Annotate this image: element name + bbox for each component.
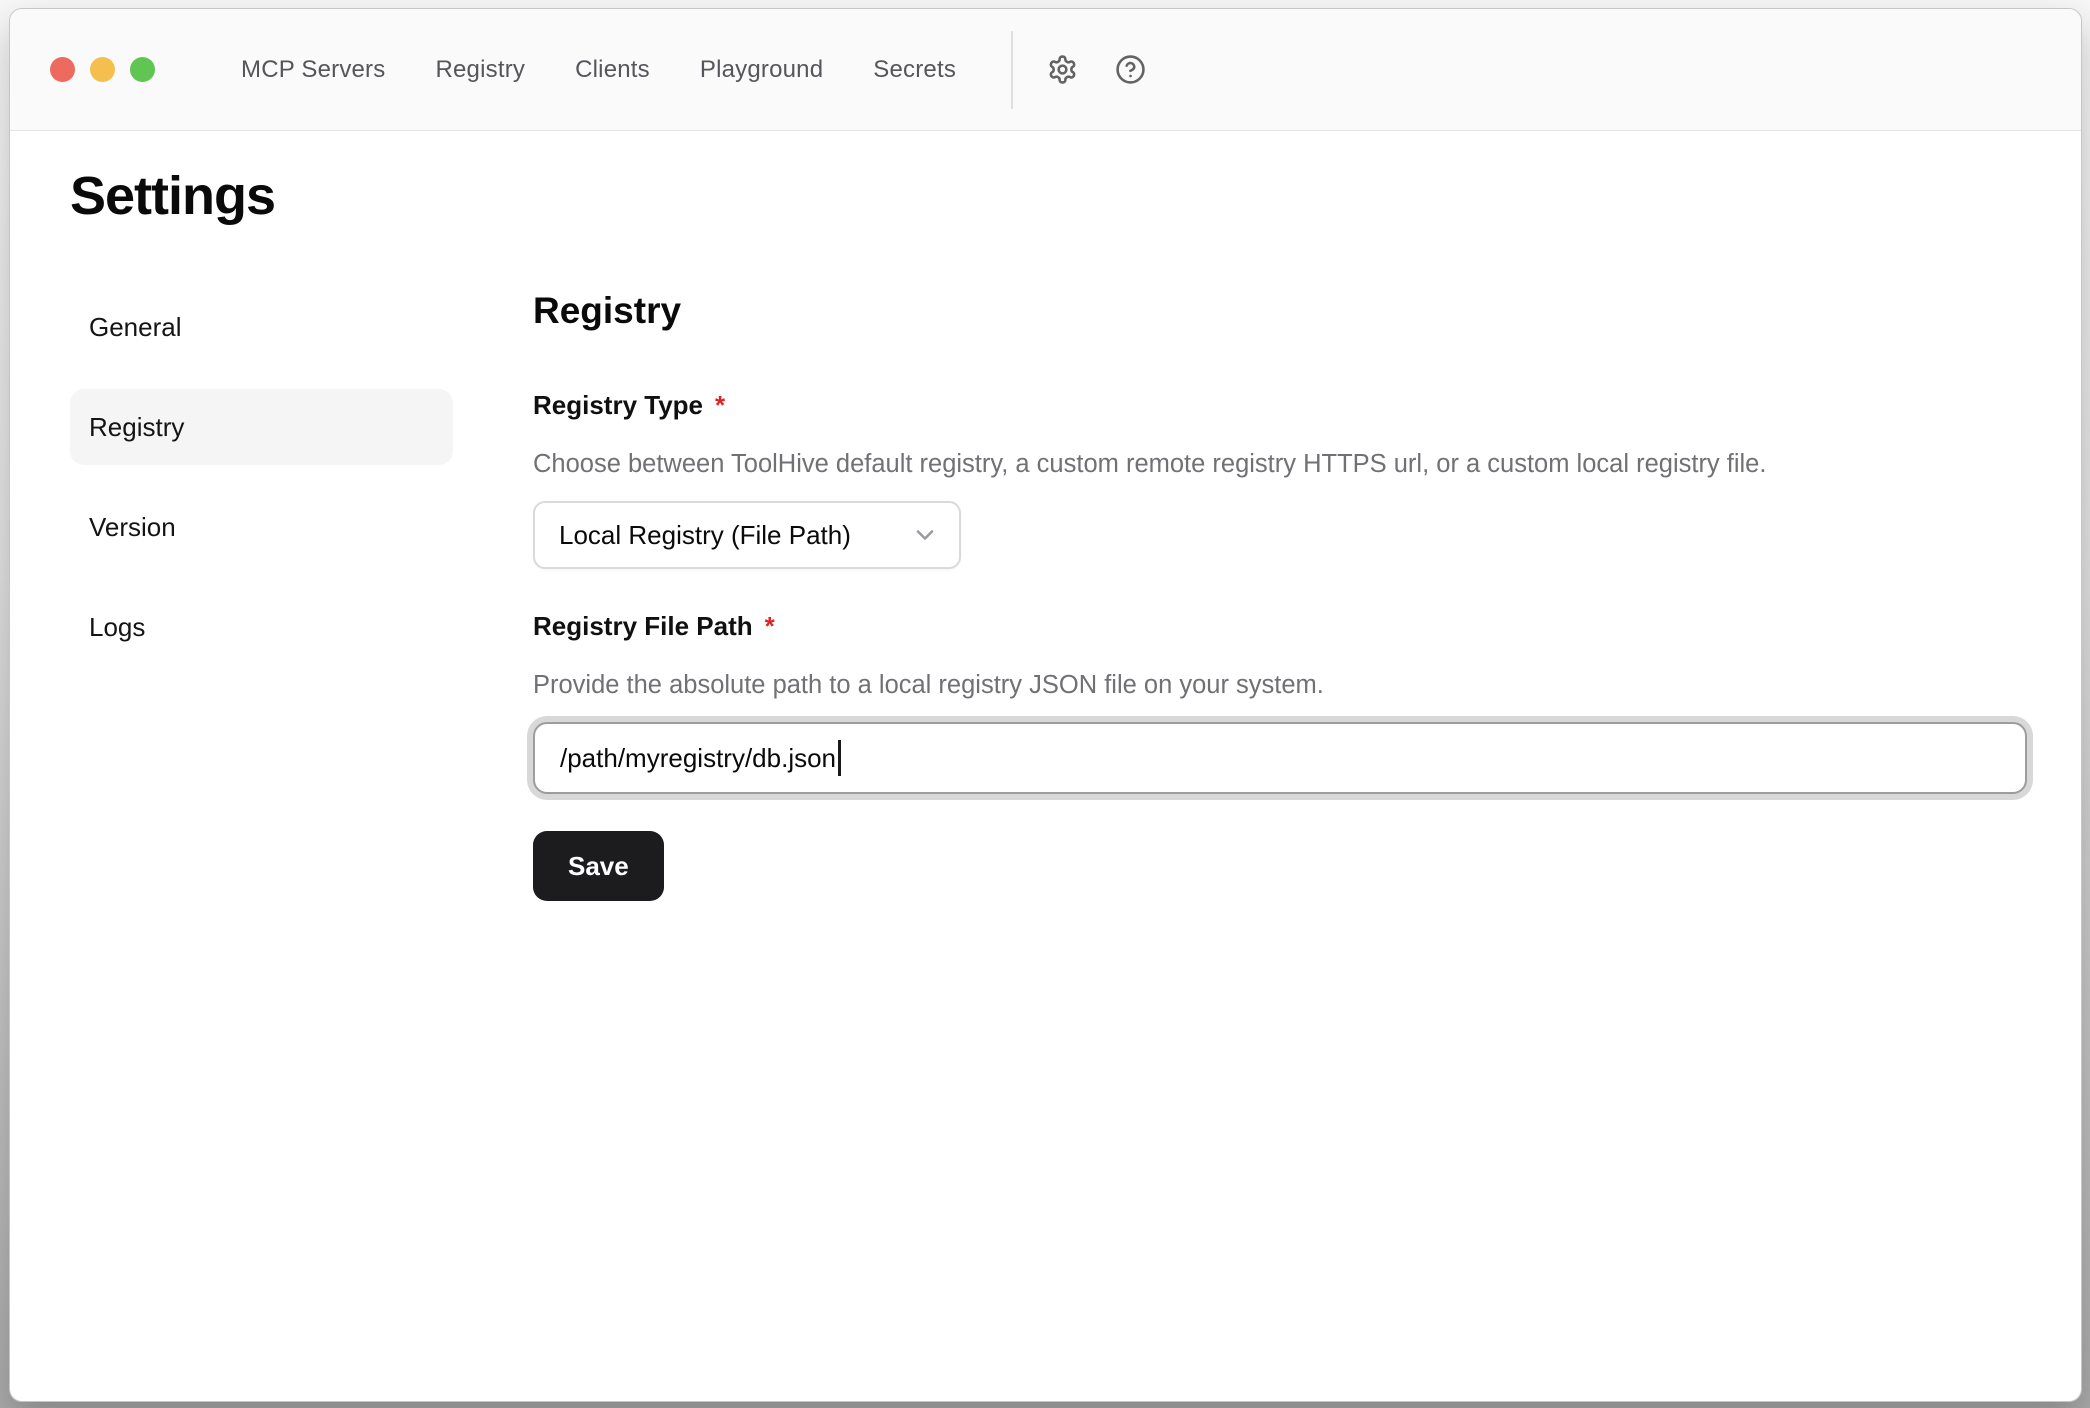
titlebar: MCP Servers Registry Clients Playground …: [10, 9, 2081, 131]
sidebar-item-registry[interactable]: Registry: [70, 389, 453, 465]
close-window-button[interactable]: [50, 57, 75, 82]
sidebar-item-version[interactable]: Version: [70, 489, 453, 565]
toolbar-divider: [1011, 31, 1013, 109]
registry-file-path-input[interactable]: /path/myregistry/db.json: [533, 722, 2027, 794]
nav-item-playground[interactable]: Playground: [700, 9, 823, 131]
settings-button[interactable]: [1046, 54, 1078, 86]
sidebar-item-general[interactable]: General: [70, 289, 453, 365]
section-heading: Registry: [533, 291, 2027, 331]
nav-item-clients[interactable]: Clients: [575, 9, 650, 131]
registry-type-selected-value: Local Registry (File Path): [559, 520, 851, 551]
registry-type-description: Choose between ToolHive default registry…: [533, 448, 2027, 481]
nav-item-secrets[interactable]: Secrets: [873, 9, 956, 131]
required-asterisk: *: [715, 389, 725, 422]
registry-file-path-description: Provide the absolute path to a local reg…: [533, 669, 2027, 702]
maximize-window-button[interactable]: [130, 57, 155, 82]
settings-gear-icon: [1047, 54, 1078, 85]
nav-item-registry[interactable]: Registry: [435, 9, 525, 131]
app-window: MCP Servers Registry Clients Playground …: [9, 8, 2082, 1402]
sidebar-item-label: General: [89, 312, 182, 343]
top-navigation: MCP Servers Registry Clients Playground …: [241, 9, 956, 131]
chevron-down-icon: [911, 521, 939, 549]
registry-settings-panel: Registry Registry Type * Choose between …: [533, 291, 2027, 901]
sidebar-item-logs[interactable]: Logs: [70, 589, 453, 665]
registry-file-path-value: /path/myregistry/db.json: [560, 743, 836, 774]
nav-item-mcp-servers[interactable]: MCP Servers: [241, 9, 385, 131]
sidebar-item-label: Version: [89, 512, 176, 543]
registry-type-select[interactable]: Local Registry (File Path): [533, 501, 961, 569]
help-button[interactable]: [1114, 54, 1146, 86]
text-cursor: [838, 740, 841, 776]
traffic-lights: [50, 57, 155, 82]
registry-type-label: Registry Type *: [533, 389, 2027, 422]
page-title: Settings: [70, 165, 275, 227]
desktop-background: { "window": { "traffic_lights": { "close…: [0, 0, 2090, 1408]
settings-sidebar: General Registry Version Logs: [70, 289, 453, 665]
sidebar-item-label: Registry: [89, 412, 184, 443]
field-label-text: Registry Type: [533, 389, 703, 422]
sidebar-item-label: Logs: [89, 612, 145, 643]
help-icon: [1115, 54, 1146, 85]
registry-file-path-label: Registry File Path *: [533, 610, 2027, 643]
minimize-window-button[interactable]: [90, 57, 115, 82]
required-asterisk: *: [765, 610, 775, 643]
field-label-text: Registry File Path: [533, 610, 753, 643]
toolbar-icons: [1046, 54, 1146, 86]
save-button[interactable]: Save: [533, 831, 664, 901]
